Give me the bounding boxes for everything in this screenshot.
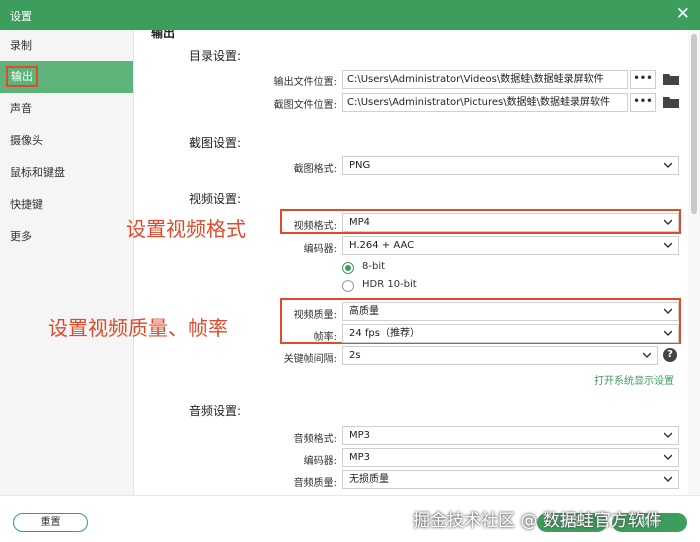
sidebar: 录制 输出 声音 摄像头 鼠标和键盘 快捷键 更多 [0,30,134,495]
page-heading: 输出 [151,30,176,40]
audio-quality-label: 音频质量: [293,478,337,489]
video-format-select[interactable]: MP4 [342,213,679,232]
audio-section-title: 音频设置: [189,404,242,418]
audio-encoder-label: 编码器: [303,456,337,467]
chevron-down-icon [664,308,672,314]
chevron-down-icon [664,242,672,248]
encoder-label: 编码器: [303,244,337,255]
screenshot-format-value: PNG [349,160,371,171]
sidebar-item-label: 鼠标和键盘 [10,166,65,179]
chevron-down-icon [664,219,672,225]
annotation-quality-framerate: 设置视频质量、帧率 [48,316,228,340]
video-quality-value: 高质量 [349,306,379,317]
keyframe-interval-value: 2s [349,350,361,361]
annotation-video-format: 设置视频格式 [126,217,246,241]
watermark: 掘金技术社区 @ 数据蛙官方软件 [413,511,662,531]
chevron-down-icon [664,454,672,460]
output-location-label: 输出文件位置: [273,77,337,88]
audio-quality-select[interactable]: 无损质量 [342,470,679,489]
help-icon[interactable]: ? [663,348,677,362]
vertical-scrollbar[interactable] [688,30,700,495]
sidebar-item-label: 录制 [10,39,32,52]
audio-format-label: 音频格式: [293,434,337,445]
keyframe-interval-label: 关键帧间隔: [283,354,337,365]
sidebar-item-label: 快捷键 [10,198,43,211]
sidebar-item-mouse-keyboard[interactable]: 鼠标和键盘 [0,157,133,189]
screenshot-format-label: 截图格式: [293,164,337,175]
sidebar-item-label: 输出 [6,66,38,87]
framerate-label: 帧率: [313,332,337,343]
sidebar-item-label: 摄像头 [10,134,43,147]
radio-8bit-label: 8-bit [362,261,386,272]
sidebar-item-sound[interactable]: 声音 [0,93,133,125]
screenshot-location-label: 截图文件位置: [273,100,337,111]
video-encoder-value: H.264 + AAC [349,240,415,251]
sidebar-item-label: 更多 [10,230,32,243]
screenshot-location-field[interactable]: C:\Users\Administrator\Pictures\数据蛙\数据蛙录… [342,93,628,112]
screenshot-format-select[interactable]: PNG [342,156,679,175]
output-location-field[interactable]: C:\Users\Administrator\Videos\数据蛙\数据蛙录屏软… [342,70,628,89]
window-title: 设置 [10,10,32,23]
video-section-title: 视频设置: [189,192,242,206]
folder-icon[interactable] [663,96,679,108]
chevron-down-icon [643,352,651,358]
audio-encoder-select[interactable]: MP3 [342,448,679,467]
footer-bar: 重置 确定 取消 掘金技术社区 @ 数据蛙官方软件 [0,495,700,542]
sidebar-item-more[interactable]: 更多 [0,221,133,253]
open-display-settings-link[interactable]: 打开系统显示设置 [594,372,674,387]
sidebar-item-record[interactable]: 录制 [0,30,133,62]
radio-selected-icon [342,262,354,274]
radio-hdr-10bit-label: HDR 10-bit [362,279,417,290]
chevron-down-icon [664,162,672,168]
sidebar-item-label: 声音 [10,102,32,115]
sidebar-item-shortcuts[interactable]: 快捷键 [0,189,133,221]
chevron-down-icon [664,476,672,482]
screenshot-browse-button[interactable]: ••• [630,93,656,112]
audio-format-select[interactable]: MP3 [342,426,679,445]
video-encoder-select[interactable]: H.264 + AAC [342,236,679,255]
radio-unselected-icon [342,280,354,292]
chevron-down-icon [664,330,672,336]
folder-icon[interactable] [663,73,679,85]
video-quality-select[interactable]: 高质量 [342,302,679,321]
framerate-select[interactable]: 24 fps（推荐） [342,324,679,343]
close-icon[interactable]: ✕ [676,3,690,25]
audio-encoder-value: MP3 [349,452,371,463]
audio-format-value: MP3 [349,430,371,441]
title-bar: 设置 ✕ [0,0,700,30]
video-quality-label: 视频质量: [293,310,337,321]
output-browse-button[interactable]: ••• [630,70,656,89]
video-format-value: MP4 [349,217,371,228]
video-format-label: 视频格式: [293,221,337,232]
audio-quality-value: 无损质量 [349,474,389,485]
settings-content: 输出 目录设置: 输出文件位置: C:\Users\Administrator\… [134,30,688,495]
chevron-down-icon [664,432,672,438]
scrollbar-thumb[interactable] [691,34,697,214]
sidebar-item-output[interactable]: 输出 [0,61,133,93]
sidebar-item-camera[interactable]: 摄像头 [0,125,133,157]
screenshot-section-title: 截图设置: [189,136,242,150]
directory-section-title: 目录设置: [189,49,242,63]
keyframe-interval-select[interactable]: 2s [342,346,658,365]
framerate-value: 24 fps（推荐） [349,328,420,339]
reset-button[interactable]: 重置 [13,513,88,532]
